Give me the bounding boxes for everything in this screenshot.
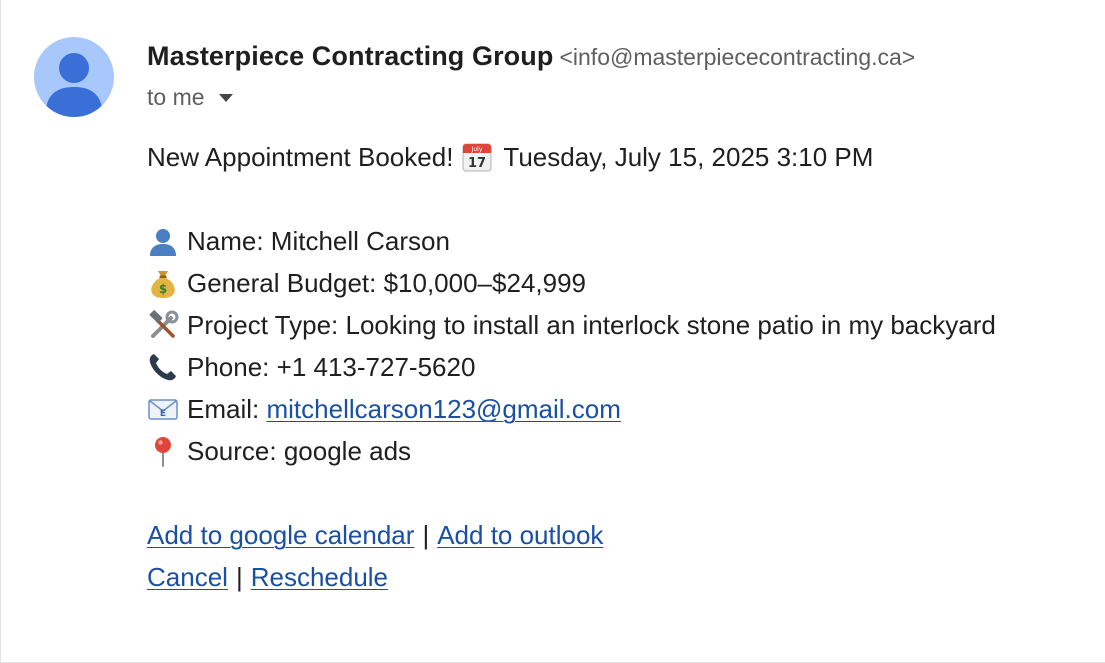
add-to-outlook-link[interactable]: Add to outlook [437,514,603,556]
booking-actions-line: Cancel | Reschedule [147,556,996,598]
headline-text: New Appointment Booked! [147,142,454,172]
appointment-datetime: Tuesday, July 15, 2025 3:10 PM [503,142,874,172]
money-bag-icon: $ [147,267,179,299]
separator: | [422,520,430,550]
add-to-google-calendar-link[interactable]: Add to google calendar [147,514,414,556]
email-label: Email: [187,394,260,424]
email-line: E Email: mitchellcarson123@gmail.com [147,388,996,430]
sender-email: <info@masterpiececontracting.ca> [559,44,916,70]
name-text: Name: Mitchell Carson [187,226,450,256]
phone-line: Phone: +1 413-727-5620 [147,346,996,388]
budget-text: General Budget: $10,000–$24,999 [187,268,587,298]
hammer-and-wrench-icon [147,309,179,341]
bust-in-silhouette-icon [147,225,179,257]
source-text: Source: google ads [187,436,412,466]
caret-down-icon[interactable] [218,94,233,102]
svg-text:$: $ [159,282,167,296]
project-line: Project Type: Looking to install an inte… [147,304,996,346]
e-mail-icon: E [147,393,179,425]
separator: | [235,562,243,592]
svg-text:July: July [471,146,483,153]
telephone-receiver-icon [147,351,179,383]
budget-line: $ General Budget: $10,000–$24,999 [147,262,996,304]
calendar-actions-line: Add to google calendar | Add to outlook [147,514,996,556]
sender-name[interactable]: Masterpiece Contracting Group [147,41,553,71]
calendar-icon: July 17 [461,141,493,173]
source-line: Source: google ads [147,430,996,472]
sender-avatar-icon[interactable] [34,37,114,117]
svg-text:17: 17 [468,156,486,171]
project-type-text: Project Type: Looking to install an inte… [187,310,996,340]
reschedule-link[interactable]: Reschedule [251,556,388,598]
sender-line: Masterpiece Contracting Group <info@maste… [147,38,915,79]
phone-text: Phone: +1 413-727-5620 [187,352,476,382]
round-pushpin-icon [147,435,179,467]
headline-line: New Appointment Booked! July 17 Tuesday,… [147,136,996,178]
recipient-label: to me [147,84,205,110]
email-link[interactable]: mitchellcarson123@gmail.com [266,388,620,430]
recipient-details-toggle[interactable]: to me [147,82,233,112]
message-body: New Appointment Booked! July 17 Tuesday,… [147,136,996,598]
name-line: Name: Mitchell Carson [147,220,996,262]
cancel-link[interactable]: Cancel [147,556,228,598]
svg-text:E: E [160,409,166,419]
